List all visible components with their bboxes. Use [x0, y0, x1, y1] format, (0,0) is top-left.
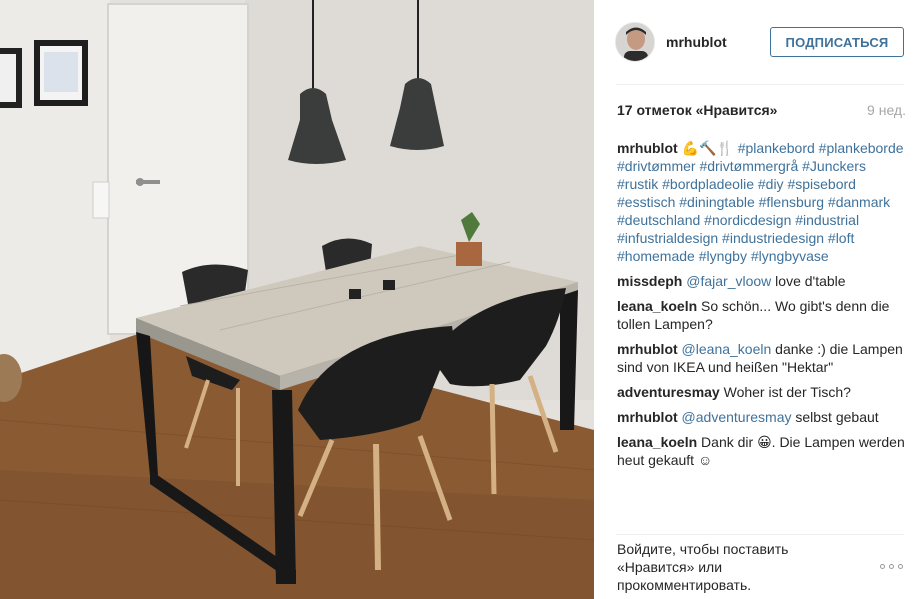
comment: leana_koeln Dank dir 😀. Die Lampen werde… [617, 433, 907, 469]
post-username[interactable]: mrhublot [666, 34, 727, 50]
comment-username[interactable]: mrhublot [617, 409, 678, 425]
post-sidebar: mrhublot ПОДПИСАТЬСЯ 17 отметок «Нравитс… [594, 0, 923, 599]
more-options-icon[interactable] [880, 562, 906, 570]
post-age[interactable]: 9 нед. [867, 102, 906, 118]
login-prompt[interactable]: Войдите, чтобы поставить «Нравится» или … [617, 540, 827, 594]
comment-mention[interactable]: @adventuresmay [682, 409, 792, 425]
dot-icon [889, 563, 894, 569]
likes-count[interactable]: 17 отметок «Нравится» [617, 102, 777, 118]
comment-mention[interactable]: @leana_koeln [682, 341, 772, 357]
comment-username[interactable]: mrhublot [617, 140, 678, 156]
caption: mrhublot 💪🔨🍴 #plankebord #plankeborde #d… [617, 139, 907, 265]
avatar[interactable] [615, 22, 655, 62]
comment-username[interactable]: adventuresmay [617, 384, 720, 400]
avatar-image [616, 23, 654, 61]
comment: leana_koeln So schön... Wo gibt's denn d… [617, 297, 907, 333]
comment-text: love d'table [771, 273, 846, 289]
caption-emoji: 💪🔨🍴 [681, 140, 734, 156]
post-photo [0, 0, 594, 599]
caption-hashtags[interactable]: #plankebord #plankeborde #drivtømmer #dr… [617, 140, 904, 264]
comment-username[interactable]: missdeph [617, 273, 682, 289]
header-divider [616, 84, 904, 85]
comment-text: selbst gebaut [791, 409, 879, 425]
dot-icon [898, 563, 903, 569]
comment-username[interactable]: leana_koeln [617, 434, 697, 450]
comment-username[interactable]: leana_koeln [617, 298, 697, 314]
dot-icon [880, 563, 885, 569]
comment: missdeph @fajar_vloow love d'table [617, 272, 907, 290]
dining-room-photo [0, 0, 594, 599]
comment: mrhublot @leana_koeln danke :) die Lampe… [617, 340, 907, 376]
comment-username[interactable]: mrhublot [617, 341, 678, 357]
comment: adventuresmay Woher ist der Tisch? [617, 383, 907, 401]
comments-list: mrhublot 💪🔨🍴 #plankebord #plankeborde #d… [617, 139, 907, 476]
comment-mention[interactable]: @fajar_vloow [686, 273, 771, 289]
comment-text: Woher ist der Tisch? [723, 384, 851, 400]
footer-divider [616, 534, 904, 535]
post-footer: Войдите, чтобы поставить «Нравится» или … [617, 540, 907, 596]
likes-row: 17 отметок «Нравится» 9 нед. [617, 102, 906, 120]
post-header: mrhublot ПОДПИСАТЬСЯ [594, 0, 923, 84]
follow-button[interactable]: ПОДПИСАТЬСЯ [770, 27, 904, 57]
comment: mrhublot @adventuresmay selbst gebaut [617, 408, 907, 426]
